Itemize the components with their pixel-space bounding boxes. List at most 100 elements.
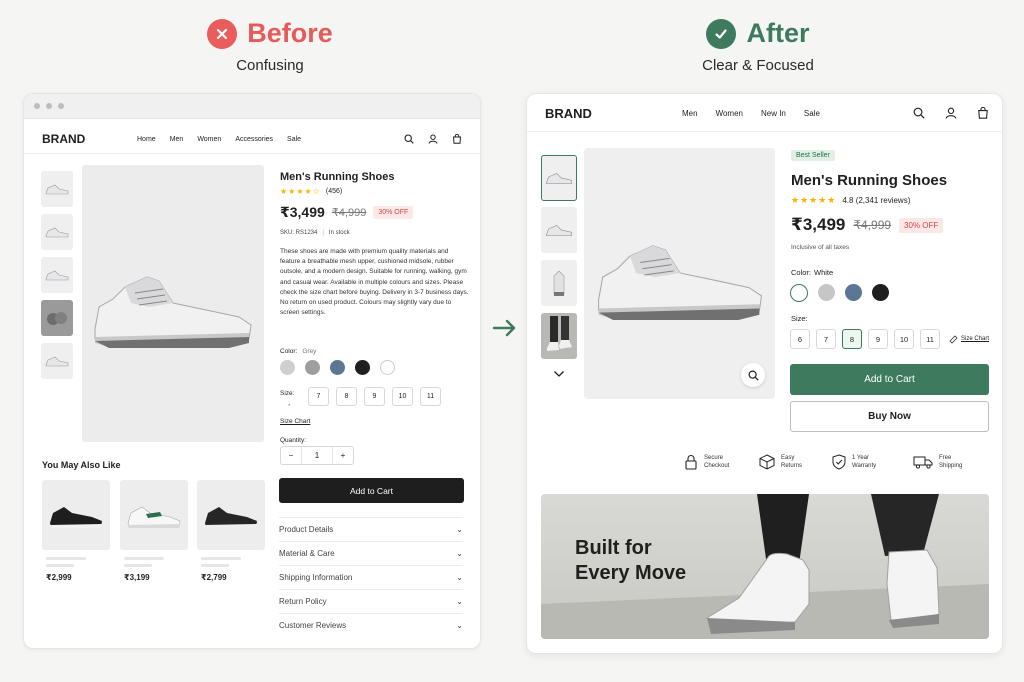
brand-logo[interactable]: BRAND [42, 132, 137, 146]
chevron-down-icon: ⌄ [456, 525, 463, 534]
shoe-image [597, 244, 762, 320]
thumbnail-5[interactable] [41, 343, 73, 379]
size-chart-label: Size Chart [961, 336, 990, 342]
shield-icon [832, 454, 846, 470]
size-option-9[interactable]: 9 [868, 329, 888, 349]
size-option-9[interactable]: 9 [364, 387, 385, 406]
thumbnails-scroll-down-icon[interactable] [553, 365, 565, 383]
bag-icon[interactable] [452, 134, 462, 144]
discount-badge: 30% OFF [373, 206, 414, 219]
swatch-light-grey[interactable] [818, 284, 835, 301]
swatch-black[interactable] [355, 360, 370, 375]
lifestyle-banner[interactable]: Built for Every Move [541, 494, 989, 639]
shoe-image [127, 506, 181, 528]
accordion-return-policy[interactable]: Return Policy ⌄ [279, 589, 463, 613]
zoom-button[interactable] [741, 363, 765, 387]
size-option-11[interactable]: 11 [420, 387, 441, 406]
accordion-shipping[interactable]: Shipping Information ⌄ [279, 565, 463, 589]
rating-stars: ★★★★★ [791, 195, 837, 205]
qty-value[interactable]: 1 [302, 447, 332, 464]
swatch-white[interactable] [380, 360, 395, 375]
size-option-11[interactable]: 11 [920, 329, 940, 349]
user-icon[interactable] [945, 107, 957, 119]
skeleton-line [46, 557, 86, 560]
trust-line2: Shipping [939, 463, 963, 469]
thumbnail-1[interactable] [41, 171, 73, 207]
product-description: These shoes are made with premium qualit… [280, 248, 469, 317]
nav-sale[interactable]: Sale [287, 136, 301, 143]
accordion-material-care[interactable]: Material & Care ⌄ [279, 541, 463, 565]
rec-card-1[interactable] [42, 480, 110, 550]
accordion-label: Shipping Information [279, 573, 353, 582]
nav-women[interactable]: Women [197, 136, 221, 143]
search-icon[interactable] [404, 134, 414, 144]
swatch-light-grey[interactable] [280, 360, 295, 375]
thumbnail-3[interactable] [41, 257, 73, 293]
thumbnail-3[interactable] [541, 260, 577, 306]
bag-icon[interactable] [977, 107, 989, 119]
swatch-black[interactable] [872, 284, 889, 301]
rating-count: (456) [325, 188, 343, 195]
qty-decrease-button[interactable]: − [281, 447, 302, 464]
rec-card-2[interactable] [120, 480, 188, 550]
sku-row: SKU: RS1234 | In stock [280, 230, 350, 236]
product-title: Men's Running Shoes [280, 171, 395, 183]
trust-line2: Checkout [704, 463, 730, 469]
size-chart-link[interactable]: Size Chart [949, 334, 990, 344]
nav-men[interactable]: Men [682, 109, 698, 118]
nav-sale[interactable]: Sale [804, 109, 820, 118]
nav-accessories[interactable]: Accessories [235, 136, 273, 143]
size-option-7[interactable]: 7 [308, 387, 329, 406]
nav-new-in[interactable]: New In [761, 109, 786, 118]
skeleton-line [124, 564, 152, 567]
swatch-blue[interactable] [845, 284, 862, 301]
thumbnail-4[interactable] [41, 300, 73, 336]
swatch-grey[interactable] [305, 360, 320, 375]
brand-logo[interactable]: BRAND [545, 106, 682, 121]
size-option-8-selected[interactable]: 8 [842, 329, 862, 349]
swatch-blue[interactable] [330, 360, 345, 375]
nav-women[interactable]: Women [716, 109, 743, 118]
search-icon[interactable] [913, 107, 925, 119]
accordion-label: Customer Reviews [279, 621, 347, 630]
size-option-6[interactable]: 6 [790, 329, 810, 349]
user-icon[interactable] [428, 134, 438, 144]
product-title: Men's Running Shoes [791, 172, 948, 189]
thumbnail-4[interactable] [541, 313, 577, 359]
ruler-icon [949, 334, 958, 344]
thumbnail-2[interactable] [41, 214, 73, 250]
add-to-cart-button[interactable]: Add to Cart [279, 478, 464, 503]
swatch-white-selected[interactable] [790, 284, 808, 302]
skeleton-line [124, 557, 164, 560]
skeleton-line [46, 564, 74, 567]
size-option-10[interactable]: 10 [894, 329, 914, 349]
stock-status: In stock [328, 230, 350, 236]
color-label: Color: [280, 348, 298, 355]
size-option-8[interactable]: 8 [336, 387, 357, 406]
shoe-image [94, 275, 252, 348]
old-price: ₹4,999 [853, 218, 892, 232]
before-subtitle: Confusing [236, 57, 304, 74]
color-label-row: Color: White [791, 268, 833, 277]
rec-card-3[interactable] [197, 480, 265, 550]
after-title: After [746, 18, 810, 48]
thumbnail-2[interactable] [541, 207, 577, 253]
buy-now-button[interactable]: Buy Now [790, 401, 989, 432]
color-value: White [814, 268, 834, 277]
size-chart-link[interactable]: Size Chart [280, 418, 310, 425]
skeleton-line [201, 564, 229, 567]
rec-price-3: ₹2,799 [201, 573, 227, 582]
rec-price-1: ₹2,999 [46, 573, 72, 582]
thumbnail-1-selected[interactable] [541, 155, 577, 201]
left-nav-icons [404, 134, 462, 144]
add-to-cart-button[interactable]: Add to Cart [790, 364, 989, 395]
qty-increase-button[interactable]: + [332, 447, 353, 464]
nav-men[interactable]: Men [170, 136, 184, 143]
price: ₹3,499 [280, 204, 325, 220]
size-option-10[interactable]: 10 [392, 387, 413, 406]
accordion-customer-reviews[interactable]: Customer Reviews ⌄ [279, 613, 463, 637]
nav-home[interactable]: Home [137, 136, 156, 143]
accordion-product-details[interactable]: Product Details ⌄ [279, 517, 463, 541]
skeleton-line [201, 557, 241, 560]
size-option-7[interactable]: 7 [816, 329, 836, 349]
